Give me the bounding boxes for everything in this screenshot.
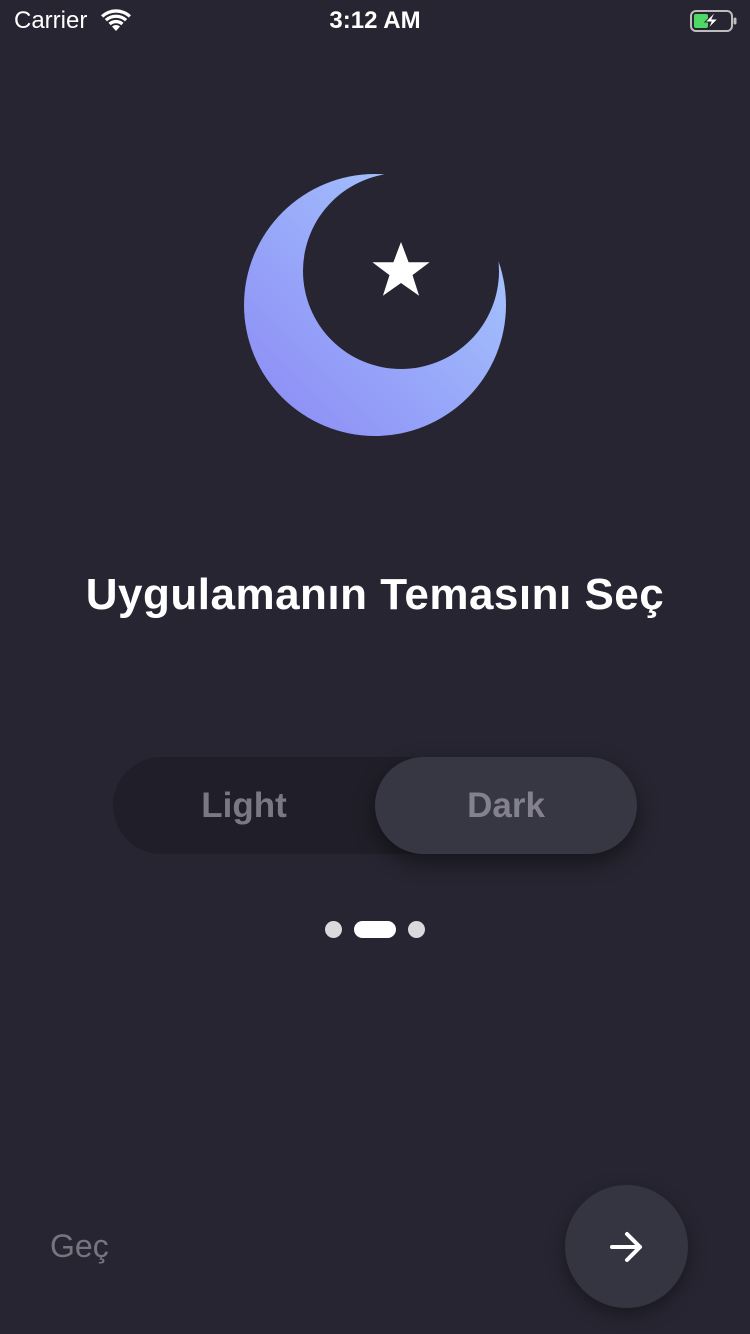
page-title: Uygulamanın Temasını Seç xyxy=(85,570,665,619)
battery-charging-icon xyxy=(690,10,737,32)
page-dot xyxy=(408,920,425,938)
status-time: 3:12 AM xyxy=(329,7,421,34)
page-indicator xyxy=(0,920,750,938)
skip-button[interactable]: Geç xyxy=(50,1228,109,1265)
theme-option-dark[interactable]: Dark xyxy=(375,757,637,854)
crescent-moon-star-icon xyxy=(244,174,506,436)
status-bar: Carrier 3:12 AM xyxy=(0,0,750,40)
arrow-right-icon xyxy=(609,1231,642,1262)
theme-toggle: Light Dark xyxy=(113,757,637,854)
page-dot-active xyxy=(354,920,396,938)
next-button[interactable] xyxy=(565,1185,688,1308)
page-dot xyxy=(325,920,342,938)
onboarding-screen: Carrier 3:12 AM Uygulamanın Temasını Seç… xyxy=(0,0,750,1334)
theme-option-light[interactable]: Light xyxy=(113,757,375,854)
